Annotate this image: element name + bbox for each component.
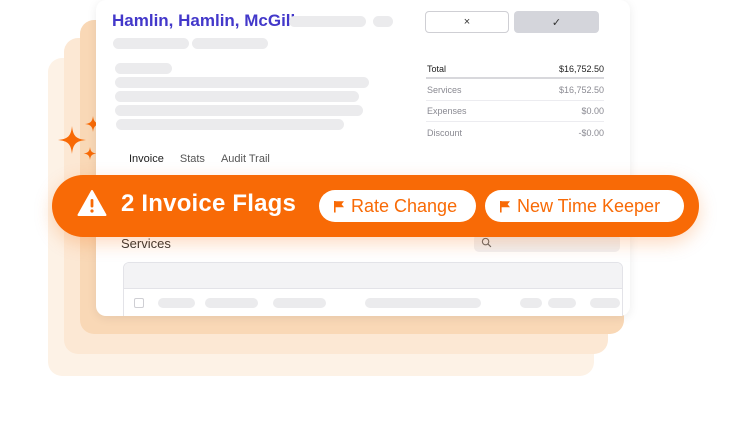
flag-pill-rate-change[interactable]: Rate Change: [319, 190, 476, 222]
close-icon: ×: [463, 16, 471, 28]
row-checkbox[interactable]: [134, 298, 144, 308]
flag-pill-new-time-keeper[interactable]: New Time Keeper: [485, 190, 684, 222]
summary-value: -$0.00: [578, 127, 604, 138]
invoice-flags-banner: 2 Invoice Flags Rate Change New Time Kee…: [52, 175, 699, 237]
check-icon: ✓: [551, 16, 562, 29]
placeholder-line: [115, 77, 369, 88]
services-heading: Services: [121, 236, 171, 251]
tab-invoice[interactable]: Invoice: [129, 153, 164, 165]
placeholder-subtitle: [113, 38, 189, 49]
placeholder-cell: [158, 298, 195, 308]
invoice-tabs: Invoice Stats Audit Trail: [129, 153, 286, 165]
flag-label: New Time Keeper: [517, 195, 661, 216]
approve-button[interactable]: ✓: [514, 11, 599, 33]
placeholder-cell: [520, 298, 542, 308]
placeholder-title-meta: [373, 16, 393, 27]
flag-icon: [334, 200, 344, 212]
table-header: [124, 263, 622, 289]
summary-value: $16,752.50: [558, 85, 604, 95]
placeholder-subtitle: [192, 38, 268, 49]
summary-row-discount: Discount -$0.00: [426, 122, 604, 143]
placeholder-line: [115, 63, 172, 74]
flag-icon: [500, 200, 510, 212]
summary-value: $16,752.50: [558, 63, 604, 74]
tab-audit-trail[interactable]: Audit Trail: [221, 153, 270, 165]
invoice-card: Hamlin, Hamlin, McGill × ✓ Total $16,752…: [96, 0, 630, 316]
summary-label: Discount: [427, 127, 463, 138]
warning-triangle-icon: [77, 190, 107, 216]
placeholder-cell: [205, 298, 258, 308]
flag-count-label: 2 Invoice Flags: [121, 190, 297, 217]
invoice-summary: Total $16,752.50 Services $16,752.50 Exp…: [426, 60, 604, 143]
summary-row-total: Total $16,752.50: [426, 60, 604, 79]
placeholder-line: [116, 119, 344, 130]
tab-stats[interactable]: Stats: [180, 153, 205, 165]
placeholder-cell: [365, 298, 481, 308]
flag-label: Rate Change: [351, 195, 458, 216]
summary-label: Expenses: [427, 106, 467, 116]
summary-row-expenses: Expenses $0.00: [426, 101, 604, 122]
placeholder-line: [115, 91, 359, 102]
placeholder-line: [115, 105, 363, 116]
reject-button[interactable]: ×: [425, 11, 509, 33]
summary-label: Services: [427, 85, 462, 95]
placeholder-title-meta: [289, 16, 366, 27]
services-table: [123, 262, 623, 316]
summary-value: $0.00: [581, 106, 604, 116]
client-name: Hamlin, Hamlin, McGill: [112, 11, 296, 30]
summary-label: Total: [427, 63, 447, 74]
search-icon: [481, 237, 492, 248]
summary-row-services: Services $16,752.50: [426, 80, 604, 101]
placeholder-cell: [548, 298, 576, 308]
placeholder-cell: [590, 298, 620, 308]
placeholder-cell: [273, 298, 326, 308]
